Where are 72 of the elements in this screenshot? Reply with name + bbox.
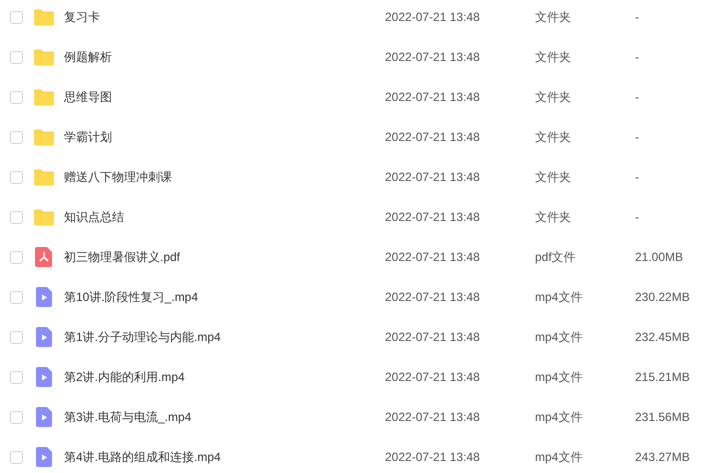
file-type: mp4文件 [535,448,584,466]
file-name[interactable]: 第4讲.电路的组成和连接.mp4 [64,448,385,466]
file-name[interactable]: 第10讲.阶段性复习_.mp4 [64,288,385,306]
checkbox[interactable] [10,130,23,144]
folder-icon [34,87,54,107]
file-name[interactable]: 第1讲.分子动理论与内能.mp4 [64,328,385,346]
file-name[interactable]: 第3讲.电荷与电流_.mp4 [64,408,385,426]
file-size: - [635,130,639,144]
file-size: - [635,50,639,64]
file-size: 230.22MB [635,290,690,304]
modified-date: 2022-07-21 13:48 [385,50,481,64]
modified-date: 2022-07-21 13:48 [385,450,481,464]
folder-icon [34,207,54,227]
modified-date: 2022-07-21 13:48 [385,130,481,144]
modified-date: 2022-07-21 13:48 [385,290,481,304]
modified-date: 2022-07-21 13:48 [385,370,481,384]
checkbox[interactable] [10,450,23,464]
modified-date: 2022-07-21 13:48 [385,330,481,344]
video-file-icon [34,327,54,347]
video-file-icon [34,447,54,467]
modified-date: 2022-07-21 13:48 [385,90,481,104]
file-type: 文件夹 [535,88,572,106]
file-type: mp4文件 [535,368,584,386]
folder-icon [34,47,54,67]
file-size: 21.00MB [635,250,684,264]
checkbox[interactable] [10,170,23,184]
file-type: mp4文件 [535,288,584,306]
modified-date: 2022-07-21 13:48 [385,10,481,24]
file-name[interactable]: 学霸计划 [64,128,385,146]
file-size: - [635,10,639,24]
video-file-icon [34,287,54,307]
file-name[interactable]: 复习卡 [64,8,385,26]
file-size: - [635,90,639,104]
file-name[interactable]: 思维导图 [64,88,385,106]
folder-icon [34,127,54,147]
file-name[interactable]: 例题解析 [64,48,385,66]
file-type: pdf文件 [535,248,577,266]
folder-icon [34,167,54,187]
file-size: - [635,170,639,184]
file-type: 文件夹 [535,48,572,66]
file-type: mp4文件 [535,408,584,426]
file-name[interactable]: 赠送八下物理冲刺课 [64,168,385,186]
checkbox[interactable] [10,10,23,24]
file-type: mp4文件 [535,328,584,346]
file-size: 232.45MB [635,330,690,344]
checkbox[interactable] [10,50,23,64]
modified-date: 2022-07-21 13:48 [385,170,481,184]
file-size: 243.27MB [635,450,690,464]
modified-date: 2022-07-21 13:48 [385,210,481,224]
file-name[interactable]: 第2讲.内能的利用.mp4 [64,368,385,386]
video-file-icon [34,367,54,387]
checkbox[interactable] [10,370,23,384]
modified-date: 2022-07-21 13:48 [385,250,481,264]
file-type: 文件夹 [535,168,572,186]
file-size: 231.56MB [635,410,690,424]
file-name[interactable]: 知识点总结 [64,208,385,226]
checkbox[interactable] [10,410,23,424]
file-size: 215.21MB [635,370,690,384]
checkbox[interactable] [10,250,23,264]
folder-icon [34,7,54,27]
file-type: 文件夹 [535,128,572,146]
checkbox[interactable] [10,290,23,304]
modified-date: 2022-07-21 13:48 [385,410,481,424]
pdf-icon [34,247,54,267]
file-type: 文件夹 [535,208,572,226]
checkbox[interactable] [10,210,23,224]
video-file-icon [34,407,54,427]
file-type: 文件夹 [535,8,572,26]
file-name[interactable]: 初三物理暑假讲义.pdf [64,248,385,266]
checkbox[interactable] [10,90,23,104]
checkbox[interactable] [10,330,23,344]
file-size: - [635,210,639,224]
